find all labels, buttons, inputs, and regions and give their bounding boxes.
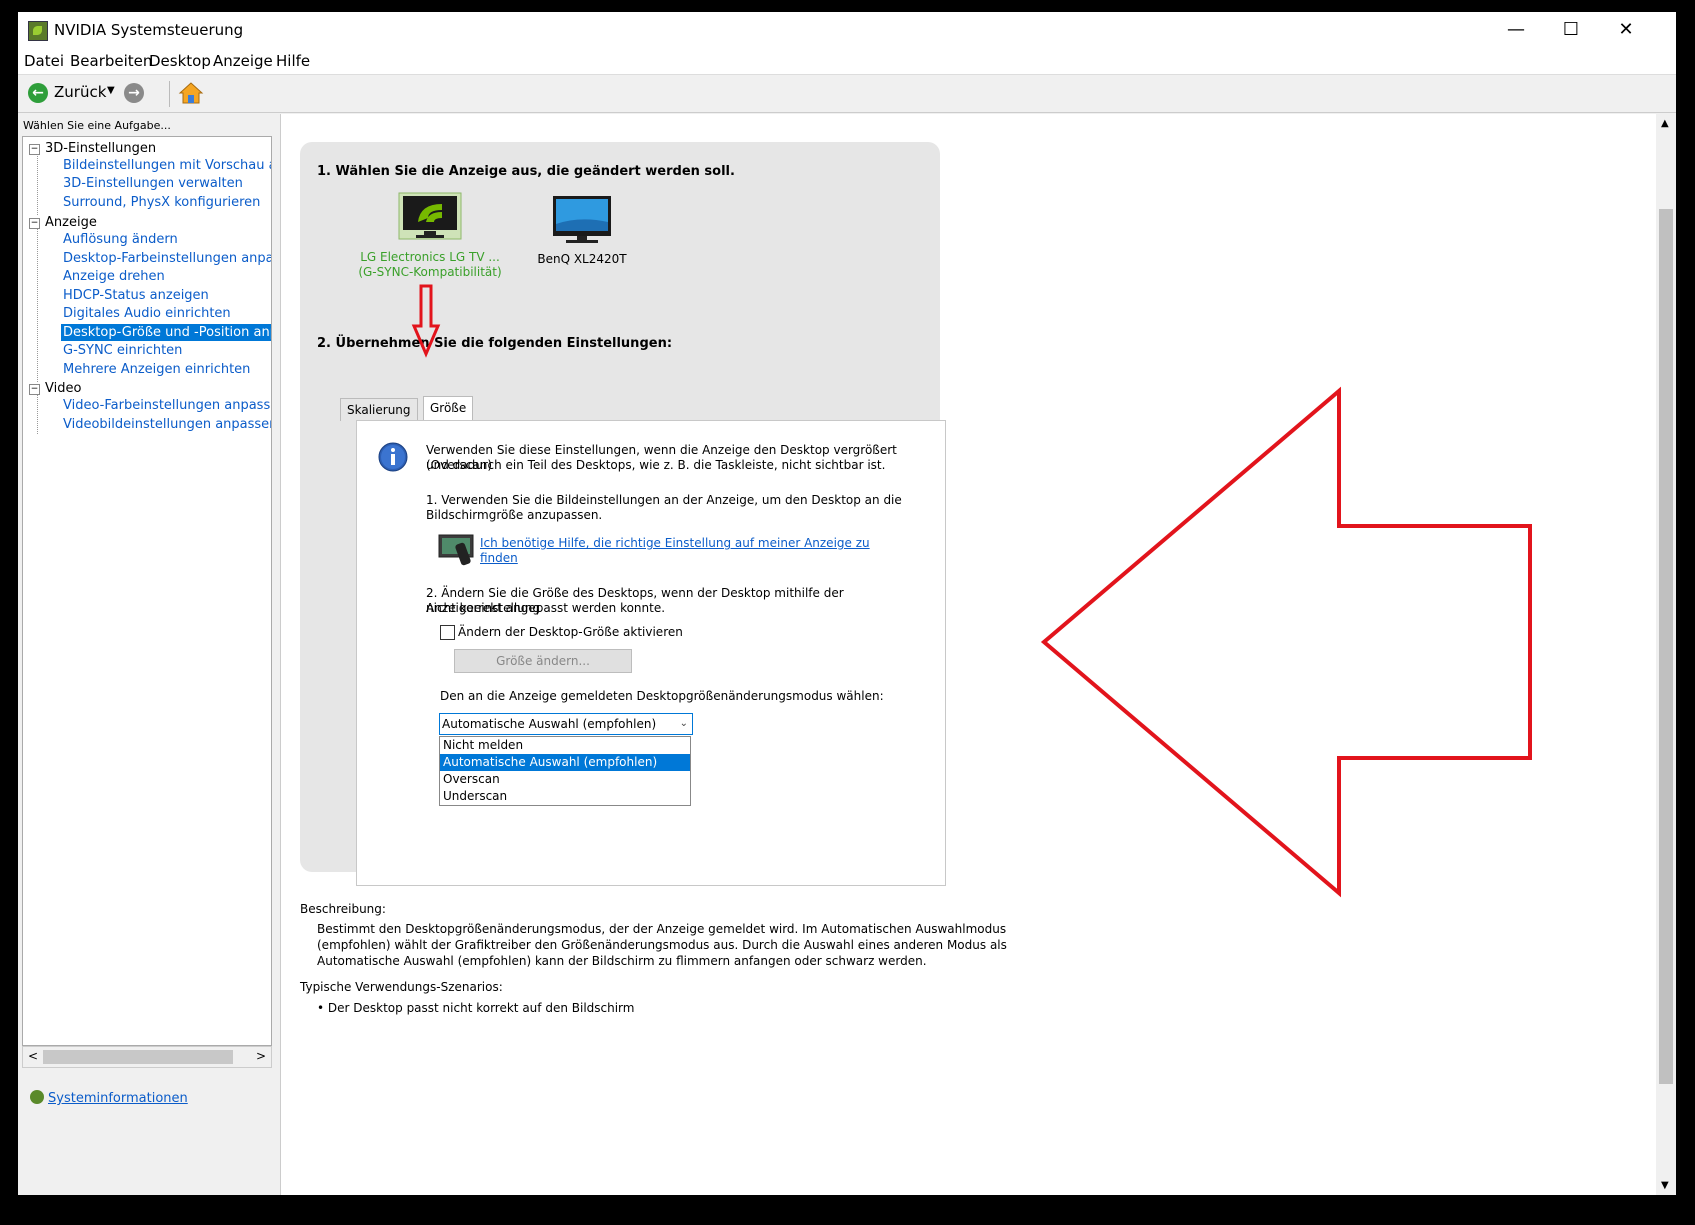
tree-connector — [37, 225, 38, 382]
task-sidebar: Wählen Sie eine Aufgabe... −3D-Einstellu… — [18, 114, 276, 1195]
forward-arrow-icon[interactable]: → — [124, 83, 144, 103]
sidebar-item-aufloesung[interactable]: Auflösung ändern — [63, 232, 178, 247]
sidebar-item-videobild[interactable]: Videobildeinstellungen anpassen — [63, 417, 271, 432]
sidebar-item-mehrere-anzeigen[interactable]: Mehrere Anzeigen einrichten — [63, 362, 250, 377]
sidebar-item-desktop-groesse[interactable]: Desktop-Größe und -Position anpass — [61, 324, 271, 341]
scroll-right-icon[interactable]: > — [256, 1049, 266, 1063]
main-content: 1. Wählen Sie die Anzeige aus, die geänd… — [280, 114, 1656, 1195]
menu-desktop[interactable]: Desktop — [149, 52, 211, 70]
tree-group-anzeige[interactable]: − Anzeige — [29, 215, 97, 230]
small-down-arrow — [411, 284, 441, 358]
back-arrow-icon[interactable]: ← — [28, 83, 48, 103]
tree-group-3d-einstellungen[interactable]: −3D-Einstellungen — [29, 141, 156, 156]
menu-anzeige[interactable]: Anzeige — [213, 52, 273, 70]
tree-group-label: Video — [45, 381, 82, 396]
back-history-dropdown-icon[interactable]: ▼ — [107, 85, 115, 96]
scrollbar-thumb[interactable] — [43, 1050, 233, 1064]
tree-connector — [37, 391, 38, 434]
big-left-arrow — [1040, 386, 1532, 898]
menu-bar: Datei Bearbeiten Desktop Anzeige Hilfe — [18, 48, 1676, 75]
sidebar-item-3d-verwalten[interactable]: 3D-Einstellungen verwalten — [63, 176, 243, 191]
scroll-down-icon[interactable]: ▼ — [1661, 1180, 1669, 1191]
sidebar-horizontal-scrollbar[interactable]: < > — [22, 1046, 272, 1068]
tree-group-label: 3D-Einstellungen — [45, 141, 157, 156]
menu-bearbeiten[interactable]: Bearbeiten — [70, 52, 152, 70]
sidebar-item-anzeige-drehen[interactable]: Anzeige drehen — [63, 269, 165, 284]
content-vertical-scrollbar[interactable]: ▲ ▼ — [1656, 114, 1676, 1195]
menu-datei[interactable]: Datei — [24, 52, 64, 70]
sidebar-item-desktop-farbe[interactable]: Desktop-Farbeinstellungen anpasser — [63, 251, 271, 266]
scrollbar-thumb[interactable] — [1659, 209, 1673, 1084]
close-button[interactable]: ✕ — [1598, 12, 1654, 48]
toolbar: ← Zurück ▼ → — [18, 75, 1676, 113]
red-annotation-arrows — [411, 284, 1532, 898]
app-window: NVIDIA Systemsteuerung — ☐ ✕ Datei Bearb… — [18, 12, 1676, 1195]
scroll-left-icon[interactable]: < — [28, 1049, 38, 1063]
sidebar-item-digital-audio[interactable]: Digitales Audio einrichten — [63, 306, 231, 321]
tree-group-video[interactable]: − Video — [29, 381, 81, 396]
nvidia-logo-icon — [28, 21, 48, 41]
minimize-button[interactable]: — — [1488, 12, 1544, 48]
menu-hilfe[interactable]: Hilfe — [276, 52, 310, 70]
sidebar-item-surround-physx[interactable]: Surround, PhysX konfigurieren — [63, 195, 260, 210]
tree-connector — [37, 151, 38, 215]
tree-group-label: Anzeige — [45, 215, 97, 230]
system-info-icon — [30, 1090, 44, 1104]
window-title: NVIDIA Systemsteuerung — [54, 21, 244, 39]
system-info-link[interactable]: Systeminformationen — [48, 1091, 188, 1106]
collapse-toggle-icon[interactable]: − — [29, 218, 40, 229]
sidebar-item-bildeinstellungen[interactable]: Bildeinstellungen mit Vorschau anpa — [63, 158, 271, 173]
task-tree[interactable]: −3D-Einstellungen Bildeinstellungen mit … — [22, 136, 272, 1046]
back-button[interactable]: Zurück — [54, 83, 106, 101]
toolbar-separator — [169, 81, 170, 107]
sidebar-item-hdcp[interactable]: HDCP-Status anzeigen — [63, 288, 209, 303]
maximize-button[interactable]: ☐ — [1543, 12, 1599, 48]
home-icon[interactable] — [178, 81, 204, 105]
sidebar-item-gsync[interactable]: G-SYNC einrichten — [63, 343, 182, 358]
title-bar: NVIDIA Systemsteuerung — ☐ ✕ — [18, 12, 1676, 48]
sidebar-item-video-farbe[interactable]: Video-Farbeinstellungen anpassen — [63, 398, 271, 413]
scroll-up-icon[interactable]: ▲ — [1661, 118, 1669, 129]
collapse-toggle-icon[interactable]: − — [29, 384, 40, 395]
sidebar-header: Wählen Sie eine Aufgabe... — [23, 119, 171, 132]
collapse-toggle-icon[interactable]: − — [29, 144, 40, 155]
